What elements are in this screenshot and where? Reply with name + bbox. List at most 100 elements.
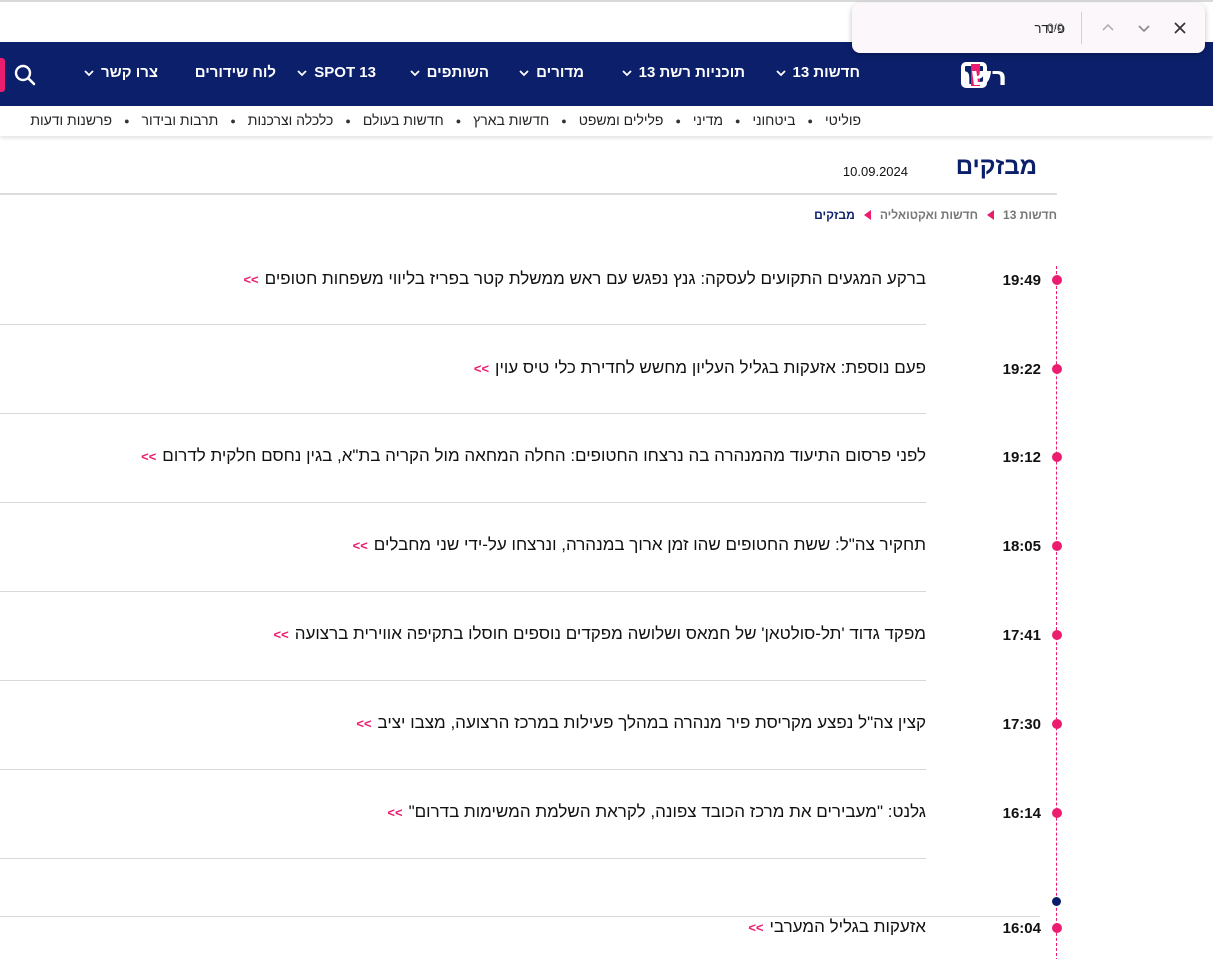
read-more-link[interactable]: >> — [387, 805, 402, 820]
flash-item[interactable]: 16:14 גלנט: "מעבירים את מרכז הכובד צפונה… — [0, 769, 1213, 859]
read-more-link[interactable]: >> — [243, 272, 258, 287]
timeline-dot — [1052, 808, 1062, 818]
subnav-separator: ● — [675, 116, 681, 126]
breadcrumb-item-flashes: מבזקים — [814, 208, 855, 222]
flash-headline[interactable]: גלנט: "מעבירים את מרכז הכובד צפונה, לקרא… — [409, 802, 926, 821]
subnav-item-world-news[interactable]: חדשות בעולם — [363, 112, 444, 130]
flash-time: 19:12 — [1002, 449, 1041, 466]
svg-text:רשת: רשת — [961, 62, 1007, 89]
subnav-item-opinion[interactable]: פרשנות ודעות — [30, 112, 112, 130]
page-title: מבזקים — [955, 153, 1037, 180]
subnav-separator: ● — [561, 116, 567, 126]
flash-time: 19:22 — [1002, 361, 1041, 378]
flash-headline-row[interactable]: לפני פרסום התיעוד מהמנהרה בה נרצחו החטופ… — [141, 446, 926, 466]
find-close-button[interactable] — [1168, 16, 1192, 40]
find-next-button[interactable] — [1132, 16, 1156, 40]
chevron-down-icon — [775, 69, 786, 76]
subnav-list: פוליטי ● ביטחוני ● מדיני ● פלילים ומשפט … — [30, 112, 861, 130]
nav-item-news13[interactable]: חדשות 13 — [775, 64, 860, 81]
flash-time: 17:30 — [1002, 716, 1041, 733]
subnav-item-diplomatic[interactable]: מדיני — [693, 112, 723, 130]
search-button[interactable] — [12, 62, 38, 88]
read-more-link[interactable]: >> — [356, 716, 371, 731]
flash-headline[interactable]: פעם נוספת: אזעקות בגליל העליון מחשש לחדי… — [495, 358, 926, 377]
nav-item-partners[interactable]: השותפים — [409, 64, 489, 81]
subnav-separator: ● — [124, 116, 130, 126]
subnav-item-culture[interactable]: תרבות ובידור — [142, 112, 219, 130]
breadcrumb: חדשות 13 חדשות ואקטואליה מבזקים — [814, 208, 1057, 222]
timeline-dot — [1052, 275, 1062, 285]
flash-divider — [0, 858, 926, 859]
flash-time: 18:05 — [1002, 538, 1041, 555]
breadcrumb-item-current-affairs[interactable]: חדשות ואקטואליה — [880, 208, 978, 222]
category-subnav: פוליטי ● ביטחוני ● מדיני ● פלילים ומשפט … — [0, 106, 1213, 136]
flash-headline[interactable]: ברקע המגעים התקועים לעסקה: גנץ נפגש עם ר… — [265, 269, 926, 288]
flash-headline[interactable]: אזעקות בגליל המערבי — [770, 917, 927, 936]
subnav-item-crime-law[interactable]: פלילים ומשפט — [579, 112, 664, 130]
read-more-link[interactable]: >> — [353, 538, 368, 553]
subnav-separator: ● — [735, 116, 741, 126]
flash-headline-row[interactable]: קצין צה"ל נפצע מקריסת פיר מנהרה במהלך פע… — [356, 713, 926, 733]
timeline-dot — [1052, 630, 1062, 640]
breadcrumb-arrow-icon — [863, 210, 871, 220]
flash-item[interactable]: 19:49 ברקע המגעים התקועים לעסקה: גנץ נפג… — [0, 235, 1213, 325]
timeline-dot — [1052, 452, 1062, 462]
timeline-dot — [1052, 541, 1062, 551]
chevron-down-icon — [519, 69, 529, 76]
flash-item[interactable]: 19:22 פעם נוספת: אזעקות בגליל העליון מחש… — [0, 324, 1213, 414]
reshet13-logo-icon: רשת — [954, 62, 1007, 92]
flash-headline[interactable]: תחקיר צה"ל: ששת החטופים שהו זמן ארוך במנ… — [374, 535, 926, 554]
search-icon — [14, 64, 36, 86]
nav-item-schedule[interactable]: לוח שידורים — [195, 64, 276, 81]
chevron-down-icon — [84, 69, 94, 76]
read-more-link[interactable]: >> — [274, 627, 289, 642]
chevron-down-icon — [410, 69, 420, 76]
nav-item-sections[interactable]: מדורים — [518, 64, 584, 81]
nav-item-contact[interactable]: צרו קשר — [83, 64, 158, 81]
flash-item[interactable]: 16:04 אזעקות בגליל המערבי >> — [0, 886, 1213, 959]
timeline-dot — [1052, 719, 1062, 729]
find-input[interactable] — [868, 17, 1065, 39]
flash-time: 16:14 — [1002, 805, 1041, 822]
flash-headline[interactable]: קצין צה"ל נפצע מקריסת פיר מנהרה במהלך פע… — [378, 713, 926, 732]
read-more-link[interactable]: >> — [474, 361, 489, 376]
subnav-item-security[interactable]: ביטחוני — [752, 112, 795, 130]
close-icon — [1174, 22, 1186, 34]
chevron-down-icon — [621, 69, 632, 76]
read-more-link[interactable]: >> — [141, 449, 156, 464]
flash-headline-row[interactable]: תחקיר צה"ל: ששת החטופים שהו זמן ארוך במנ… — [353, 535, 926, 555]
flash-headline-row[interactable]: ברקע המגעים התקועים לעסקה: גנץ נפגש עם ר… — [243, 269, 926, 289]
subnav-item-local-news[interactable]: חדשות בארץ — [473, 112, 549, 130]
breadcrumb-arrow-icon — [987, 210, 995, 220]
subnav-item-economy[interactable]: כלכלה וצרכנות — [248, 112, 334, 130]
find-previous-button[interactable] — [1096, 16, 1120, 40]
subnav-separator: ● — [230, 116, 236, 126]
menu-toggle-edge[interactable] — [0, 58, 5, 92]
subnav-item-political[interactable]: פוליטי — [825, 112, 861, 130]
flash-item[interactable]: 19:12 לפני פרסום התיעוד מהמנהרה בה נרצחו… — [0, 413, 1213, 503]
breadcrumb-item-news13[interactable]: חדשות 13 — [1003, 208, 1057, 222]
timeline-dot — [1052, 923, 1062, 933]
find-separator — [1081, 12, 1082, 44]
subnav-separator: ● — [455, 116, 462, 126]
flash-headline-row[interactable]: פעם נוספת: אזעקות בגליל העליון מחשש לחדי… — [474, 358, 926, 378]
chevron-down-icon — [297, 69, 307, 76]
flash-headline-row[interactable]: גלנט: "מעבירים את מרכז הכובד צפונה, לקרא… — [387, 802, 926, 822]
read-more-link[interactable]: >> — [748, 920, 763, 935]
title-divider — [0, 193, 1057, 195]
nav-item-spot13[interactable]: SPOT 13 — [296, 64, 376, 81]
chevron-down-icon — [1138, 25, 1150, 33]
flash-headline-row[interactable]: אזעקות בגליל המערבי >> — [748, 917, 926, 937]
site-logo[interactable]: רשת — [954, 61, 1058, 92]
flash-item[interactable]: 18:05 תחקיר צה"ל: ששת החטופים שהו זמן אר… — [0, 502, 1213, 592]
flash-item[interactable]: 17:30 קצין צה"ל נפצע מקריסת פיר מנהרה במ… — [0, 680, 1213, 770]
flash-headline[interactable]: מפקד גדוד 'תל-סולטאן' של חמאס ושלושה מפק… — [295, 624, 926, 643]
flash-headline-row[interactable]: מפקד גדוד 'תל-סולטאן' של חמאס ושלושה מפק… — [274, 624, 926, 644]
find-match-count: 0/0 — [1047, 21, 1064, 35]
nav-item-programs[interactable]: תוכניות רשת 13 — [621, 64, 745, 81]
find-in-page-bar: 0/0 — [852, 3, 1205, 53]
flash-headline[interactable]: לפני פרסום התיעוד מהמנהרה בה נרצחו החטופ… — [162, 446, 926, 465]
timeline-dot — [1052, 364, 1062, 374]
flash-item[interactable]: 17:41 מפקד גדוד 'תל-סולטאן' של חמאס ושלו… — [0, 591, 1213, 681]
flash-time: 16:04 — [1002, 920, 1041, 937]
